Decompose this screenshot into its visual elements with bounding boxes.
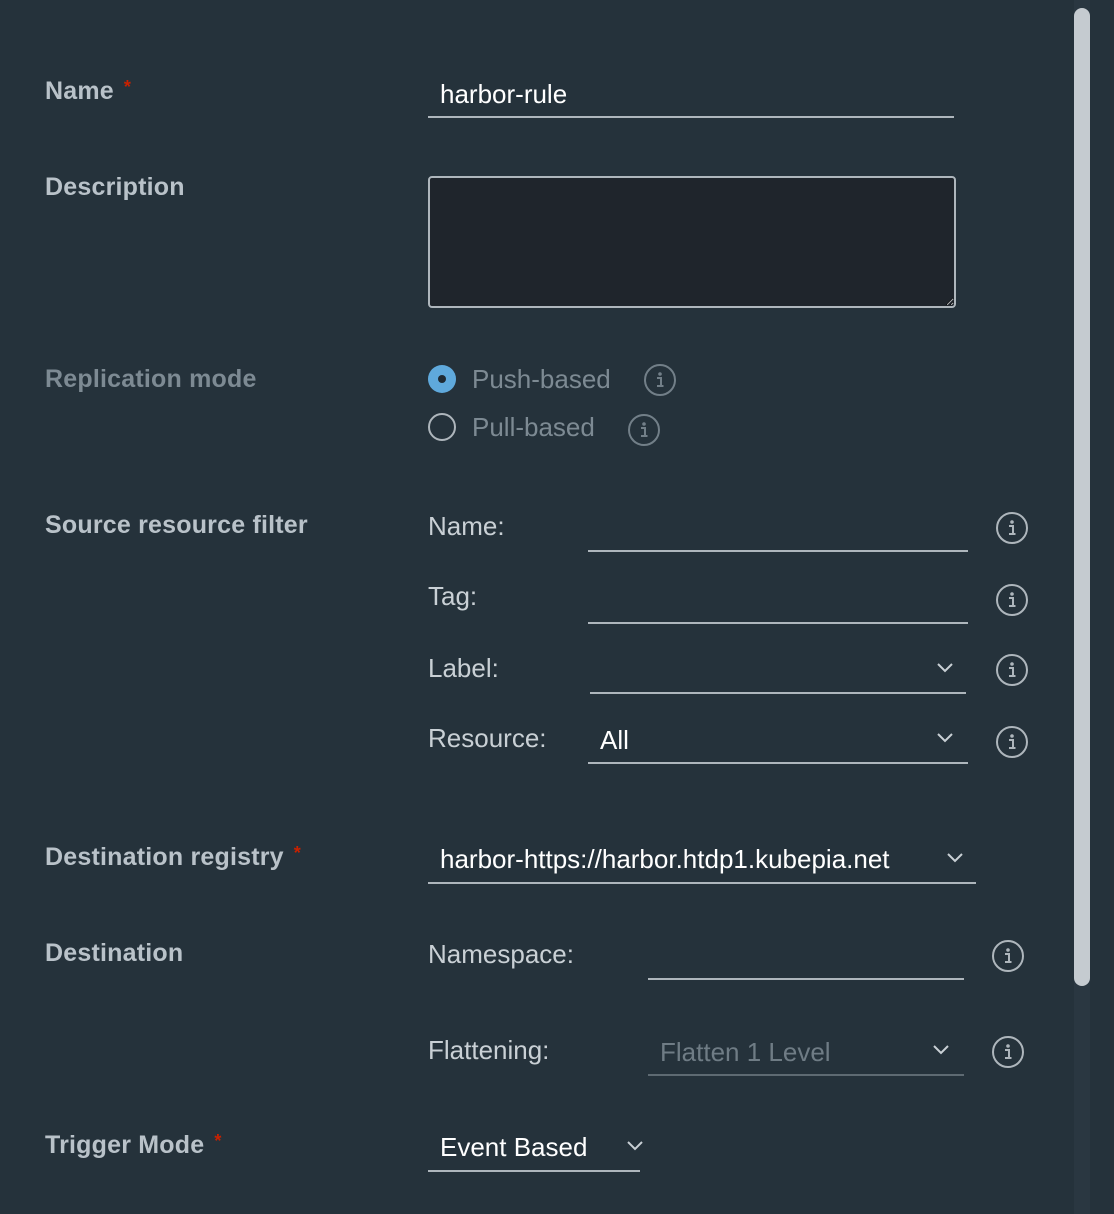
destination-registry-select[interactable]: harbor-https://harbor.htdp1.kubepia.net [428, 838, 976, 884]
replication-mode-label: Replication mode [45, 365, 257, 393]
destination-label: Destination [45, 939, 184, 967]
trigger-mode-select[interactable]: Event Based [428, 1126, 643, 1172]
push-based-radio[interactable] [428, 365, 456, 393]
filter-tag-label: Tag: [428, 581, 478, 611]
scrollbar-thumb[interactable] [1074, 8, 1090, 986]
source-resource-filter-label: Source resource filter [45, 511, 308, 539]
info-icon[interactable] [996, 584, 1028, 616]
info-icon[interactable] [996, 512, 1028, 544]
flattening-select[interactable]: Flatten 1 Level [648, 1032, 964, 1076]
filter-name-input[interactable] [598, 514, 958, 544]
filter-resource-value: All [600, 725, 629, 755]
destination-registry-label-text: Destination registry [45, 843, 284, 871]
description-textarea[interactable] [428, 176, 956, 308]
info-icon[interactable] [644, 364, 676, 396]
chevron-down-icon [937, 733, 953, 743]
pull-based-radio[interactable] [428, 413, 456, 441]
flattening-value: Flatten 1 Level [660, 1037, 831, 1067]
description-label: Description [45, 173, 185, 201]
info-icon[interactable] [992, 940, 1024, 972]
trigger-mode-value: Event Based [440, 1132, 588, 1162]
chevron-down-icon [933, 1045, 949, 1055]
chevron-down-icon [947, 853, 963, 863]
chevron-down-icon [937, 663, 953, 673]
info-icon[interactable] [996, 726, 1028, 758]
filter-resource-select[interactable]: All [588, 720, 968, 764]
required-mark: * [293, 843, 301, 863]
filter-name-field[interactable] [588, 508, 968, 552]
filter-name-label: Name: [428, 511, 505, 541]
info-icon[interactable] [992, 1036, 1024, 1068]
destination-registry-label: Destination registry * [45, 843, 301, 872]
push-based-label: Push-based [472, 364, 611, 394]
pull-based-label: Pull-based [472, 412, 595, 442]
filter-label-label: Label: [428, 653, 499, 683]
name-field[interactable] [428, 72, 954, 118]
filter-tag-field[interactable] [588, 580, 968, 624]
namespace-field[interactable] [648, 936, 964, 980]
filter-tag-input[interactable] [598, 586, 958, 616]
info-icon[interactable] [996, 654, 1028, 686]
namespace-input[interactable] [658, 942, 954, 972]
chevron-down-icon [627, 1141, 643, 1151]
name-label: Name * [45, 77, 131, 106]
flattening-label: Flattening: [428, 1035, 550, 1065]
required-mark: * [123, 77, 132, 97]
trigger-mode-label: Trigger Mode * [45, 1131, 222, 1160]
name-input[interactable] [440, 78, 940, 110]
filter-resource-label: Resource: [428, 723, 547, 753]
info-icon[interactable] [628, 414, 660, 446]
filter-label-select[interactable] [590, 650, 966, 694]
name-label-text: Name [45, 77, 114, 105]
namespace-label: Namespace: [428, 939, 574, 969]
trigger-mode-label-text: Trigger Mode [45, 1131, 205, 1159]
destination-registry-value: harbor-https://harbor.htdp1.kubepia.net [440, 844, 890, 874]
required-mark: * [214, 1131, 222, 1151]
